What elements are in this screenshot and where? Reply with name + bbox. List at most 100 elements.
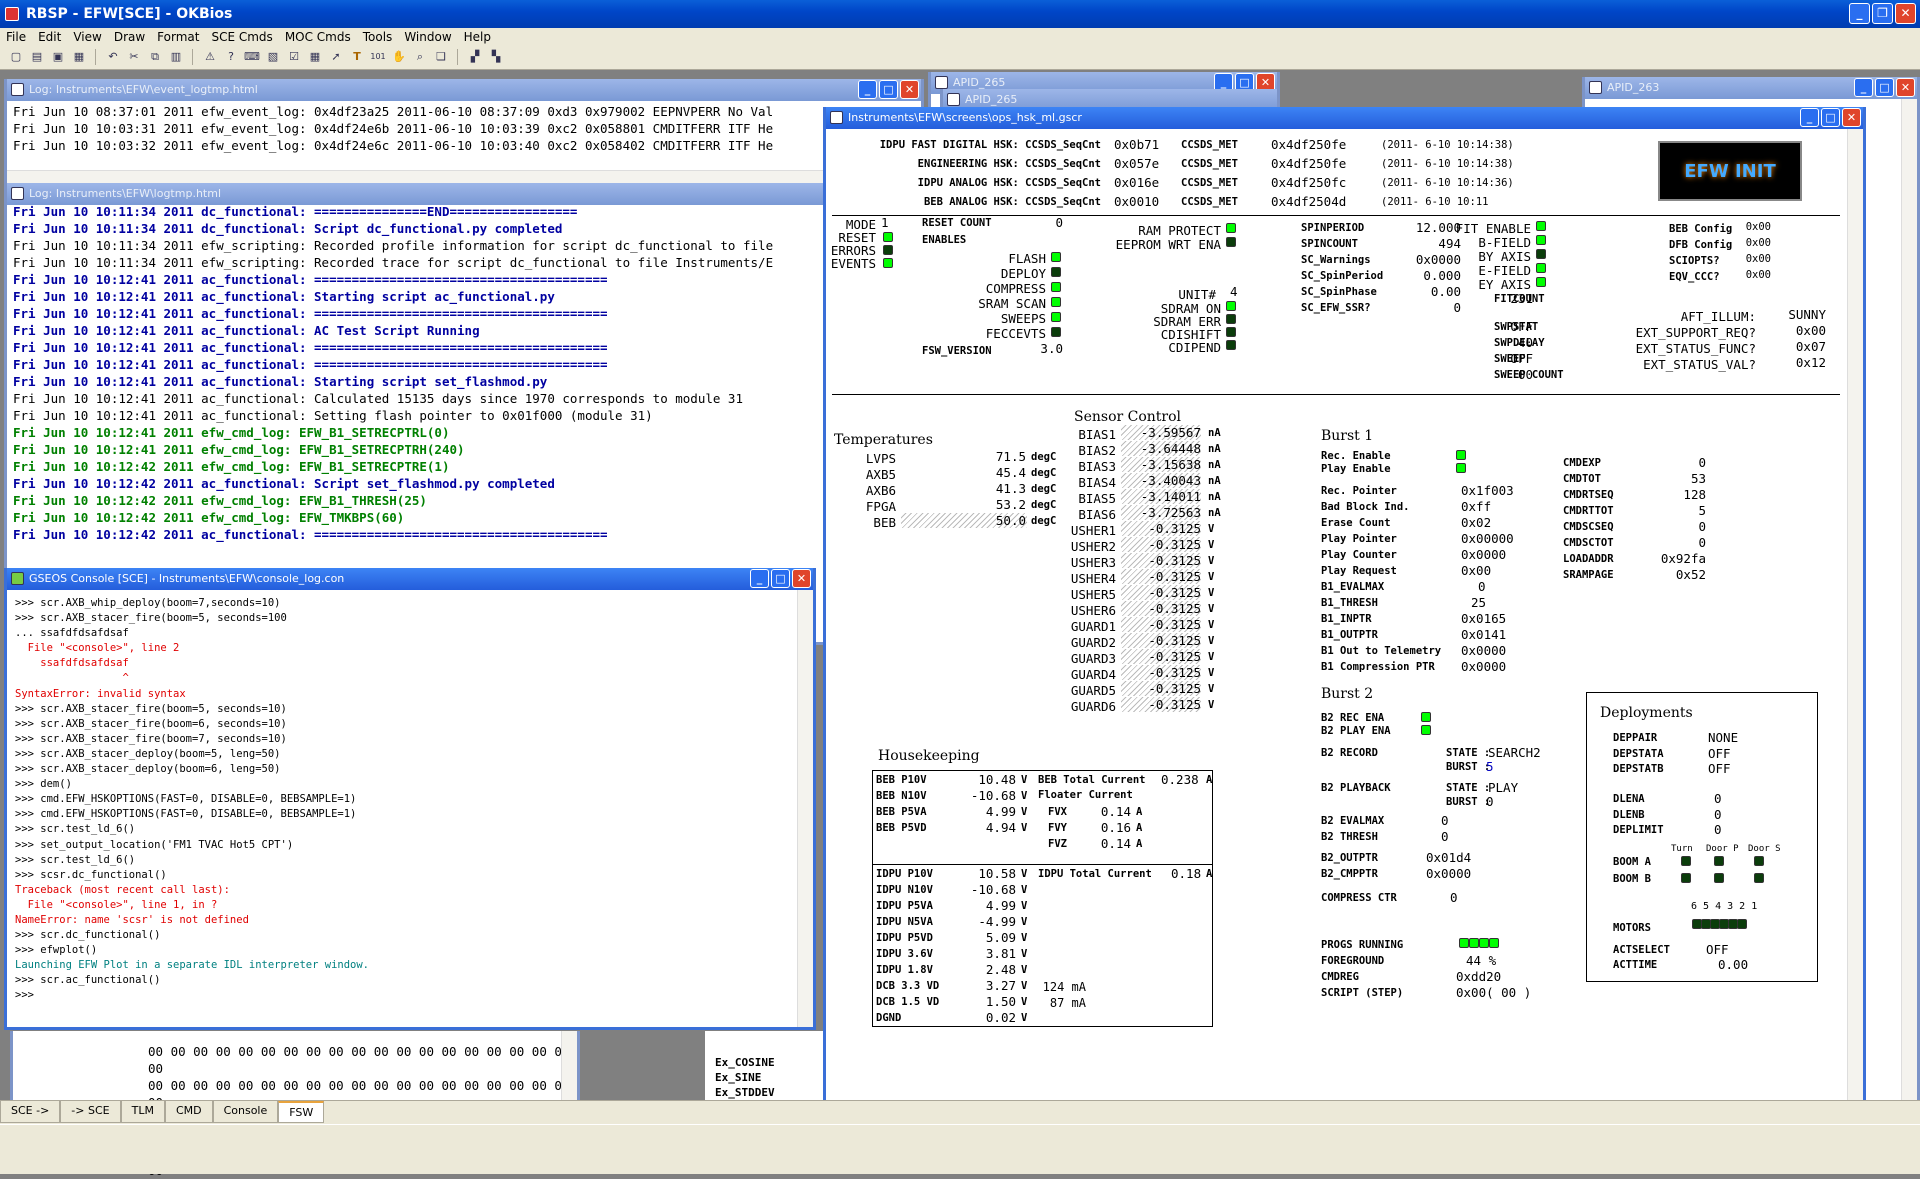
hk-label: BEB P5VD bbox=[876, 822, 927, 834]
burst1-value: 25 bbox=[1471, 595, 1487, 610]
hsk-met-value: 0x4df2504d bbox=[1271, 194, 1347, 209]
menu-item-view[interactable]: View bbox=[73, 28, 101, 46]
close-icon[interactable]: ✕ bbox=[1896, 78, 1915, 97]
menu-item-draw[interactable]: Draw bbox=[114, 28, 145, 46]
acttime-label: ACTTIME bbox=[1613, 959, 1658, 971]
console-line: >>> dem() bbox=[15, 778, 72, 791]
scrollbar-vertical[interactable] bbox=[797, 590, 813, 1027]
keyboard-icon[interactable]: ⌨ bbox=[244, 49, 260, 65]
sensor-unit: nA bbox=[1208, 427, 1221, 439]
close-icon[interactable]: ✕ bbox=[900, 80, 919, 99]
chart-icon[interactable]: ▧ bbox=[265, 49, 281, 65]
grid-icon[interactable]: ▦ bbox=[307, 49, 323, 65]
close-icon[interactable]: ✕ bbox=[792, 569, 811, 588]
sensor-unit: V bbox=[1208, 555, 1215, 567]
scrollbar-vertical[interactable] bbox=[1847, 129, 1863, 1152]
hk-unit: V bbox=[1021, 980, 1028, 992]
tab-5[interactable]: FSW bbox=[278, 1101, 325, 1123]
menu-item-file[interactable]: File bbox=[6, 28, 26, 46]
event-log-window[interactable]: Log: Instruments\EFW\event_logtmp.html _ □… bbox=[4, 79, 924, 189]
binary-icon[interactable]: 101 bbox=[370, 49, 386, 65]
ext-value: 0x12 bbox=[1795, 355, 1826, 370]
print-icon[interactable]: ▦ bbox=[71, 49, 87, 65]
help-icon[interactable]: ? bbox=[223, 49, 239, 65]
menu-item-moc-cmds[interactable]: MOC Cmds bbox=[285, 28, 351, 46]
b2-state-label: STATE : bbox=[1446, 782, 1491, 794]
minimize-icon[interactable]: _ bbox=[1800, 108, 1819, 127]
pointer-icon[interactable]: ➚ bbox=[328, 49, 344, 65]
sensor-unit: V bbox=[1208, 587, 1215, 599]
sensor-value: -3.72563 bbox=[1140, 505, 1201, 520]
burst1-value: 0xff bbox=[1461, 499, 1492, 514]
zoom-icon[interactable]: ⌕ bbox=[412, 49, 428, 65]
console-output[interactable]: >>> scr.AXB_whip_deploy(boom=7,seconds=1… bbox=[15, 596, 795, 1023]
maximize-icon[interactable]: □ bbox=[771, 569, 790, 588]
save-icon[interactable]: ▣ bbox=[50, 49, 66, 65]
maximize-icon[interactable]: □ bbox=[1875, 78, 1894, 97]
sdram-led bbox=[1226, 340, 1236, 350]
minimize-icon[interactable]: _ bbox=[1854, 78, 1873, 97]
hsk-screen-window[interactable]: Instruments\EFW\screens\ops_hsk_ml.gscr _… bbox=[823, 107, 1866, 1171]
menu-item-sce-cmds[interactable]: SCE Cmds bbox=[211, 28, 272, 46]
tab-0[interactable]: SCE -> bbox=[0, 1101, 61, 1123]
tab-4[interactable]: Console bbox=[212, 1101, 279, 1123]
hk-unit: V bbox=[1021, 822, 1028, 834]
paste-icon[interactable]: ▥ bbox=[168, 49, 184, 65]
warning-icon[interactable]: ⚠ bbox=[202, 49, 218, 65]
scrollbar-vertical[interactable] bbox=[1901, 99, 1917, 1164]
close-icon[interactable]: ✕ bbox=[1842, 108, 1861, 127]
hk-unit: V bbox=[1021, 932, 1028, 944]
console-line: >>> scr.AXB_whip_deploy(boom=7,seconds=1… bbox=[15, 597, 281, 609]
sensor-unit: V bbox=[1208, 699, 1215, 711]
burst1-label: B1_EVALMAX bbox=[1321, 581, 1385, 593]
check-icon[interactable]: ☑ bbox=[286, 49, 302, 65]
floater-label: Floater Current bbox=[1038, 789, 1133, 801]
tab-2[interactable]: TLM bbox=[120, 1101, 165, 1123]
copy-icon[interactable]: ⧉ bbox=[147, 49, 163, 65]
acttime-value: 0.00 bbox=[1718, 957, 1749, 972]
ext-value: 0x00 bbox=[1795, 323, 1826, 338]
sensor-label: GUARD4 bbox=[1070, 667, 1116, 682]
minimize-icon[interactable]: _ bbox=[1849, 3, 1870, 24]
undo-icon[interactable]: ↶ bbox=[105, 49, 121, 65]
cut-icon[interactable]: ✂ bbox=[126, 49, 142, 65]
close-icon[interactable]: ✕ bbox=[1895, 3, 1916, 24]
restore-icon[interactable]: ❐ bbox=[1872, 3, 1893, 24]
minimize-icon[interactable]: _ bbox=[750, 569, 769, 588]
menu-item-tools[interactable]: Tools bbox=[363, 28, 393, 46]
hand-icon[interactable]: ✋ bbox=[391, 49, 407, 65]
console-window[interactable]: GSEOS Console [SCE] - Instruments\EFW\co… bbox=[4, 568, 816, 1030]
cmd-value: 5 bbox=[1698, 503, 1706, 518]
actselect-value: OFF bbox=[1706, 942, 1729, 957]
menu-item-window[interactable]: Window bbox=[404, 28, 451, 46]
mode-label: EVENTS bbox=[830, 256, 876, 271]
hk-value: 1.50 bbox=[985, 994, 1016, 1009]
sdram-led bbox=[1226, 301, 1236, 311]
beb-config-label: BEB Config bbox=[1669, 223, 1733, 235]
tab-1[interactable]: -> SCE bbox=[60, 1101, 121, 1123]
minimize-icon[interactable]: _ bbox=[858, 80, 877, 99]
menu-item-edit[interactable]: Edit bbox=[38, 28, 61, 46]
menu-item-format[interactable]: Format bbox=[157, 28, 199, 46]
text-icon[interactable]: T bbox=[349, 49, 365, 65]
open-icon[interactable]: ▤ bbox=[29, 49, 45, 65]
new-icon[interactable]: ▢ bbox=[8, 49, 24, 65]
temp-value: 71.5 bbox=[995, 449, 1026, 464]
ram-protect-led bbox=[1226, 223, 1236, 233]
console-line: SyntaxError: invalid syntax bbox=[15, 687, 186, 700]
log-line: Fri Jun 10 10:11:34 2011 dc_functional: … bbox=[13, 221, 563, 236]
cmd-value: 0 bbox=[1698, 535, 1706, 550]
window-title: Log: Instruments\EFW\logtmp.html bbox=[29, 187, 222, 200]
maximize-icon[interactable]: □ bbox=[1821, 108, 1840, 127]
console-line: >>> scr.AXB_stacer_fire(boom=7, seconds=… bbox=[15, 732, 287, 745]
tile-icon[interactable]: ▞ bbox=[467, 49, 483, 65]
console-line: >>> cmd.EFW_HSKOPTIONS(FAST=0, DISABLE=0… bbox=[15, 793, 357, 806]
cascade-icon[interactable]: ▚ bbox=[488, 49, 504, 65]
deploy-label: DEPSTATB bbox=[1613, 763, 1664, 775]
menu-item-help[interactable]: Help bbox=[464, 28, 491, 46]
sensor-label: USHER4 bbox=[1070, 571, 1116, 586]
log-line: Fri Jun 10 10:11:34 2011 dc_functional: … bbox=[13, 204, 578, 219]
maximize-icon[interactable]: □ bbox=[879, 80, 898, 99]
layers-icon[interactable]: ❏ bbox=[433, 49, 449, 65]
tab-3[interactable]: CMD bbox=[164, 1101, 213, 1123]
